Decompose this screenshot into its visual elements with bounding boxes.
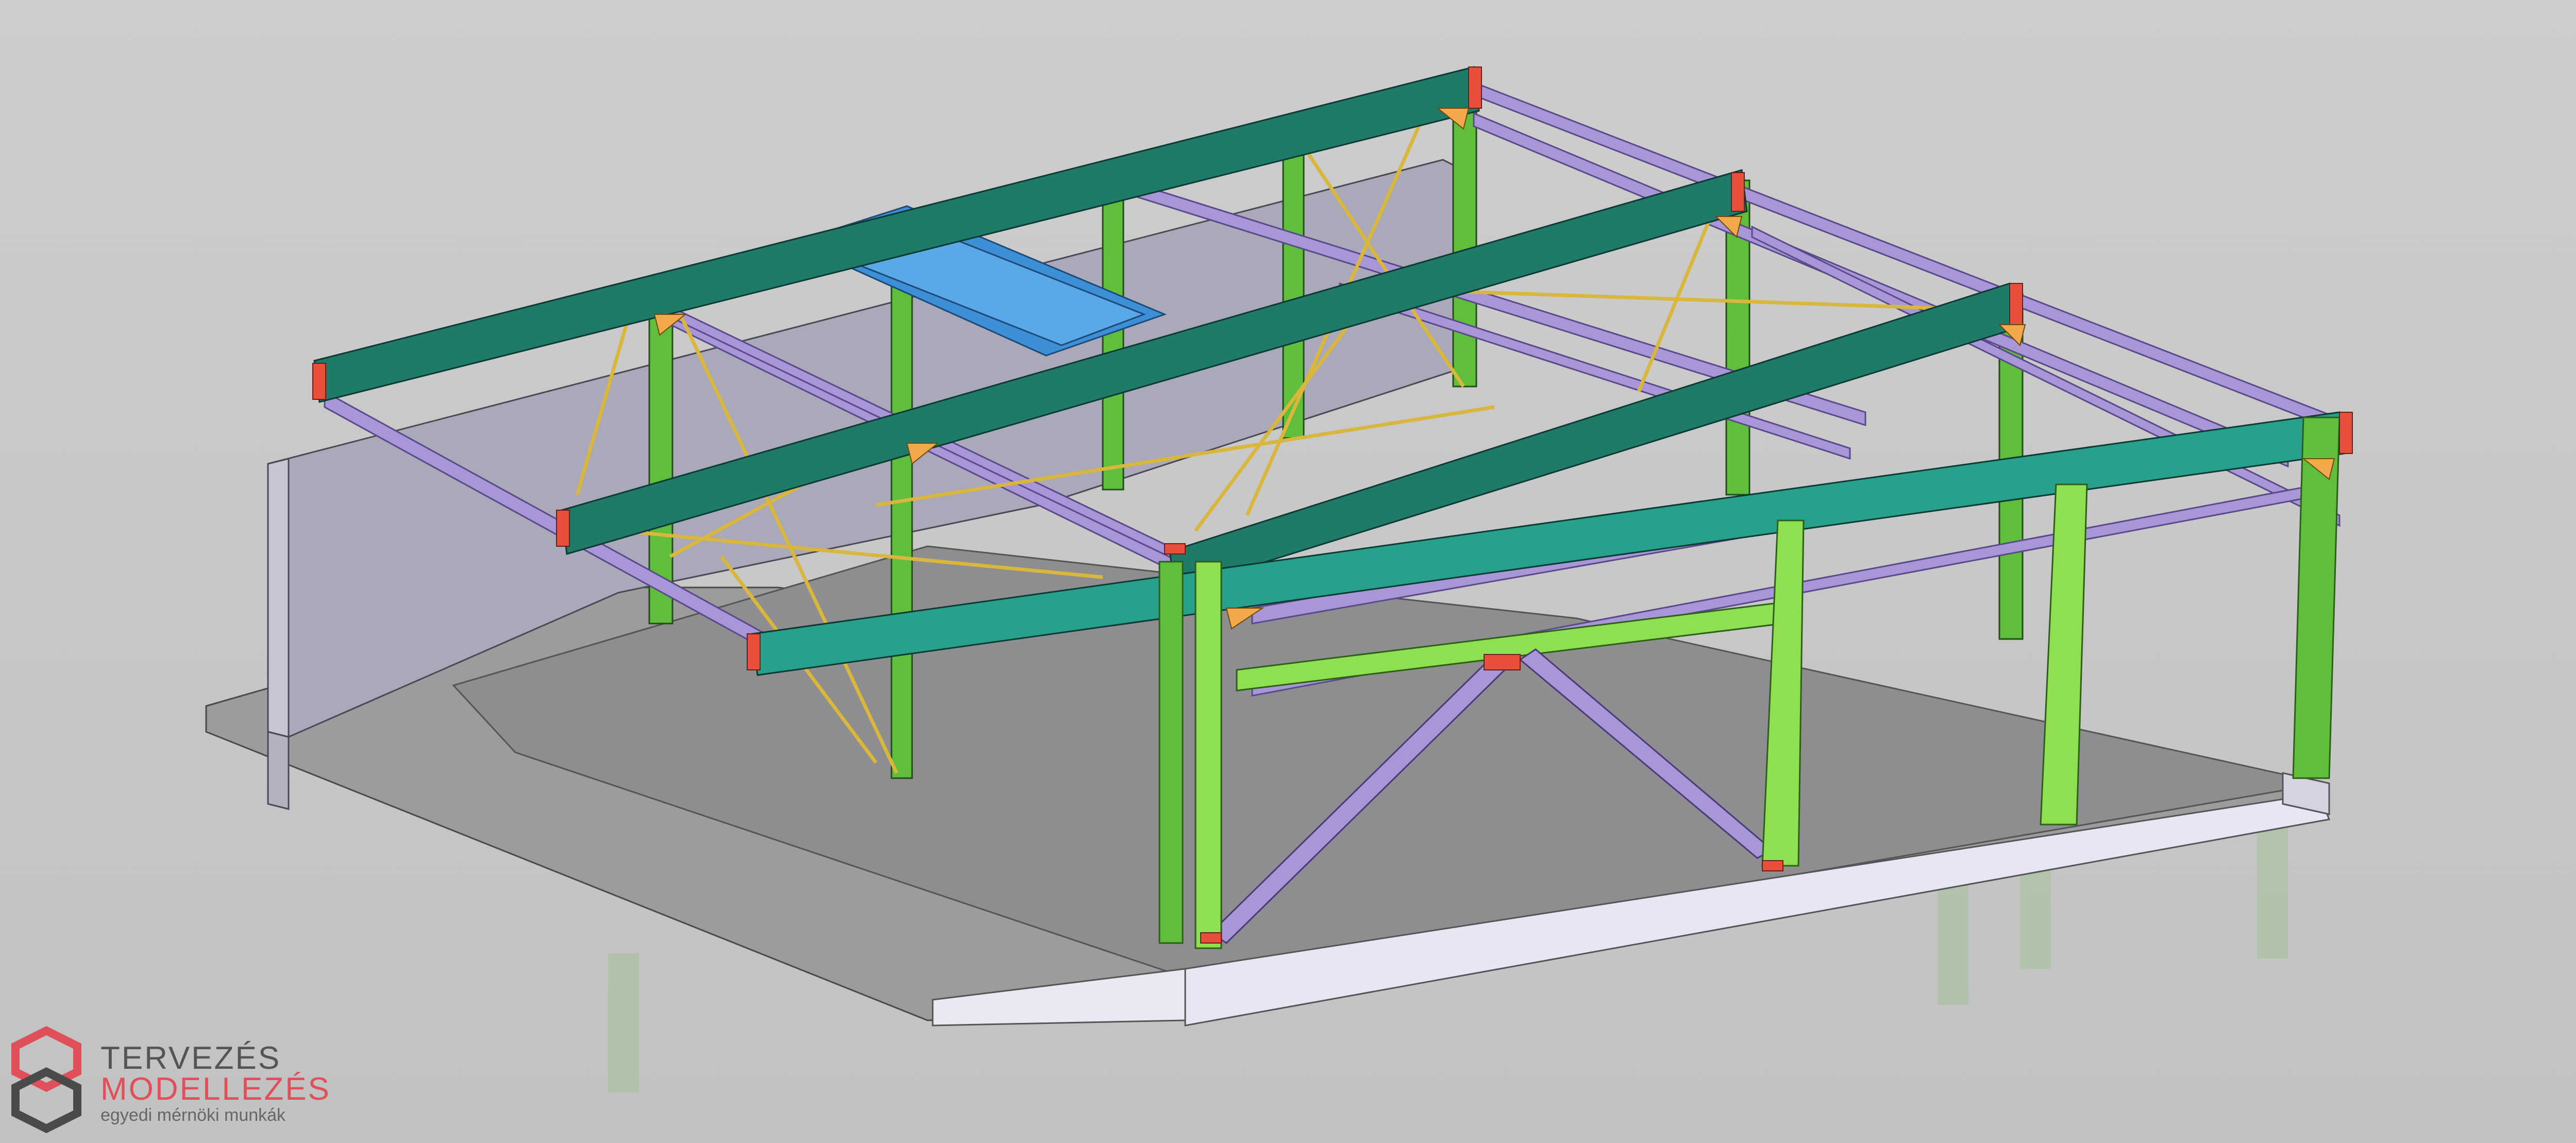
structure-3d-view [0,0,2576,1143]
logo-tagline: egyedi mérnöki munkák [100,1105,286,1125]
logo-text-modellezes: MODELLEZÉS [100,1071,331,1107]
logo: TERVEZÉS MODELLEZÉS egyedi mérnöki munká… [0,1026,361,1143]
